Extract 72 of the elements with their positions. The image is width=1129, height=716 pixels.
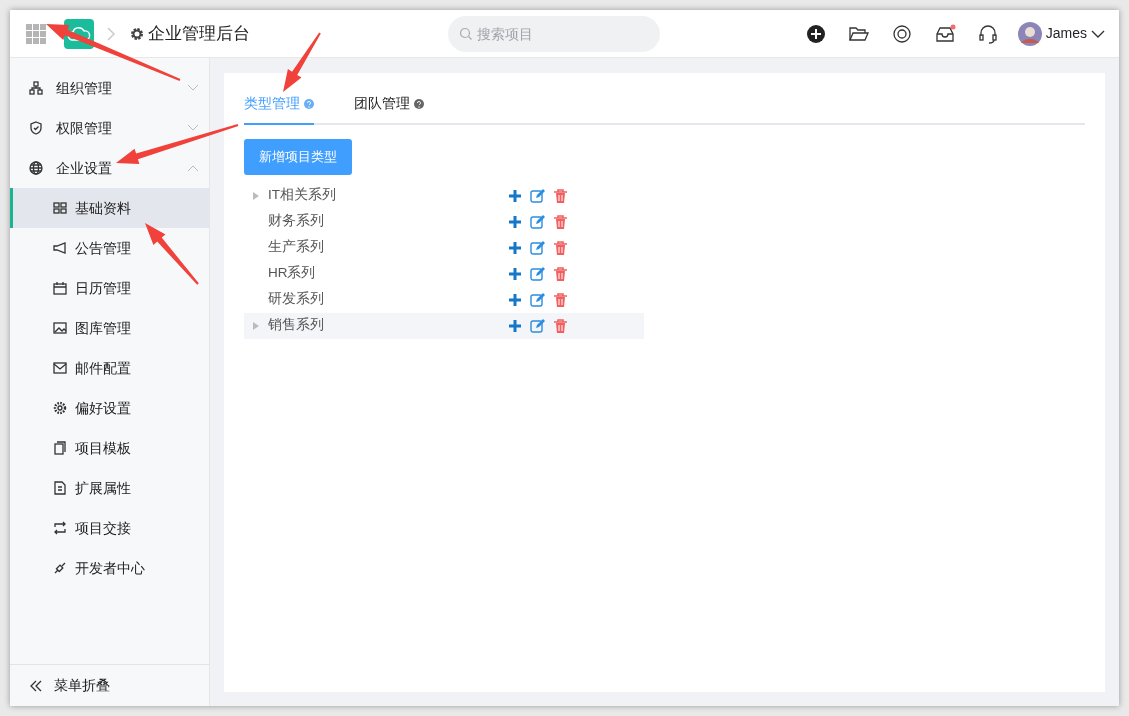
lifebuoy-icon[interactable] [891, 23, 912, 44]
sidebar-item[interactable]: 图库管理 [10, 308, 209, 348]
tree-row[interactable]: 生产系列 [244, 234, 644, 261]
swap-icon [53, 521, 67, 535]
tree-label: HR系列 [268, 264, 317, 283]
settings-icon [53, 401, 67, 415]
tree-row[interactable]: 销售系列 [244, 312, 644, 339]
copy-icon [53, 441, 67, 455]
collapse-menu-button[interactable]: 菜单折叠 [10, 664, 209, 706]
add-icon[interactable] [805, 23, 826, 44]
document-icon [53, 481, 67, 495]
sidebar-item[interactable]: 公告管理 [10, 228, 209, 268]
edit-icon[interactable] [530, 213, 546, 230]
tree-row[interactable]: 研发系列 [244, 286, 644, 313]
headset-icon[interactable] [977, 23, 998, 44]
sidebar-item[interactable]: 扩展属性 [10, 468, 209, 508]
delete-icon[interactable] [554, 188, 567, 203]
sidebar-item[interactable]: 开发者中心 [10, 548, 209, 588]
calendar-icon [53, 281, 67, 295]
sidebar-group[interactable]: 企业设置 [10, 148, 209, 188]
sidebar-item[interactable]: 项目模板 [10, 428, 209, 468]
tab[interactable]: 团队管理 [353, 87, 424, 125]
mail-icon [53, 361, 67, 375]
delete-icon[interactable] [554, 292, 567, 307]
chevron-down-icon [187, 84, 199, 92]
image-icon [53, 321, 67, 335]
tree-label: 生产系列 [268, 238, 325, 257]
sidebar-item[interactable]: 偏好设置 [10, 388, 209, 428]
sidebar-item[interactable]: 项目交接 [10, 508, 209, 548]
hierarchy-icon [29, 81, 43, 95]
expand-arrow-icon[interactable] [253, 191, 259, 200]
chevron-down-icon [187, 124, 199, 132]
edit-icon[interactable] [530, 187, 546, 204]
settings-icon [130, 26, 144, 41]
help-icon [413, 99, 424, 110]
tree-row[interactable]: HR系列 [244, 260, 644, 287]
delete-icon[interactable] [554, 266, 567, 281]
inbox-icon[interactable] [933, 23, 956, 44]
sidebar-item[interactable]: 邮件配置 [10, 348, 209, 388]
tree-label: 研发系列 [268, 290, 325, 309]
sidebar-item[interactable]: 日历管理 [10, 268, 209, 308]
grid-icon [53, 201, 67, 215]
avatar [1017, 21, 1042, 46]
globe-icon [29, 161, 43, 175]
search-field[interactable]: 搜索项目 [448, 15, 660, 52]
sidebar-group[interactable]: 权限管理 [10, 108, 209, 148]
apps-icon[interactable] [26, 23, 46, 44]
edit-icon[interactable] [530, 317, 546, 334]
edit-icon[interactable] [530, 291, 546, 308]
plug-icon [53, 561, 67, 575]
chevron-right-icon [106, 26, 116, 41]
chevron-up-icon [187, 164, 199, 172]
tree-row[interactable]: 财务系列 [244, 208, 644, 235]
page-title: 企业管理后台 [148, 22, 250, 45]
expand-arrow-icon[interactable] [253, 321, 259, 330]
help-icon [303, 99, 314, 110]
delete-icon[interactable] [554, 240, 567, 255]
delete-icon[interactable] [554, 214, 567, 229]
shield-icon [29, 121, 43, 135]
sidebar-item[interactable]: 基础资料 [10, 188, 209, 228]
tree-label: IT相关系列 [268, 186, 337, 205]
edit-icon[interactable] [530, 239, 546, 256]
tree-label: 销售系列 [268, 316, 325, 335]
megaphone-icon [53, 241, 67, 255]
tree-label: 财务系列 [268, 212, 325, 231]
user-menu[interactable]: James [1017, 21, 1105, 46]
delete-icon[interactable] [554, 318, 567, 333]
edit-icon[interactable] [530, 265, 546, 282]
tree-row[interactable]: IT相关系列 [244, 182, 644, 209]
double-chevron-left-icon [30, 679, 42, 692]
sidebar-group[interactable]: 组织管理 [10, 68, 209, 108]
chevron-down-icon [1091, 28, 1105, 39]
